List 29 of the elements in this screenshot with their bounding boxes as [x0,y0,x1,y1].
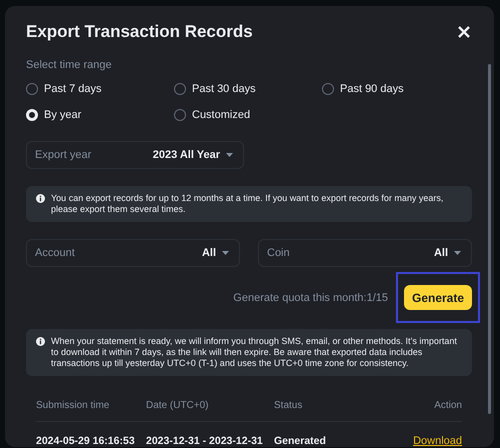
quota-text: Generate quota this month:1/15 [233,292,388,304]
info-icon [36,337,45,346]
radio-option[interactable]: Past 30 days [174,81,322,97]
column-header: Action [382,400,462,422]
info-icon [36,194,45,203]
column-header: Submission time [36,400,146,422]
section-label: Select time range [26,59,113,71]
table-cell-text: 2023-12-31 - 2023-12-31 [146,434,264,447]
column-header: Status [274,400,382,422]
dialog-title: Export Transaction Records [26,22,253,42]
close-button[interactable] [456,24,472,40]
export-year-select[interactable]: Export year 2023 All Year [26,141,244,169]
filter-select[interactable]: Account All [26,239,240,267]
notice-text: You can export records for up to 12 months at a time. If you want to export records for many years, please export them several times. [51,193,444,215]
table-cell-text: 2024-05-29 16:16:53 [36,434,136,447]
column-header: Date (UTC+0) [146,400,274,422]
radio-option[interactable]: Past 90 days [322,81,472,97]
scrollbar[interactable] [488,64,491,414]
radio-option[interactable]: By year [26,107,174,123]
info-text: When your statement is ready, we will inform you through SMS, email, or other methods. It’s important to download it within 7 days, as the link will then expire. Be aware that exported data includes transactions up till yesterday UTC+0 (T-1) and uses the UTC+0 time zone for consistency. [51,336,458,369]
generate-button[interactable]: Generate [404,285,472,310]
radio-option[interactable]: Customized [174,107,322,123]
caret-icon [226,153,233,157]
download-link[interactable]: Download [413,422,462,447]
caret-icon [222,251,229,255]
radio-option[interactable]: Past 7 days [26,81,174,97]
caret-icon [454,251,461,255]
filter-select[interactable]: Coin All [258,239,472,267]
table-cell-text: Generated [274,434,327,447]
